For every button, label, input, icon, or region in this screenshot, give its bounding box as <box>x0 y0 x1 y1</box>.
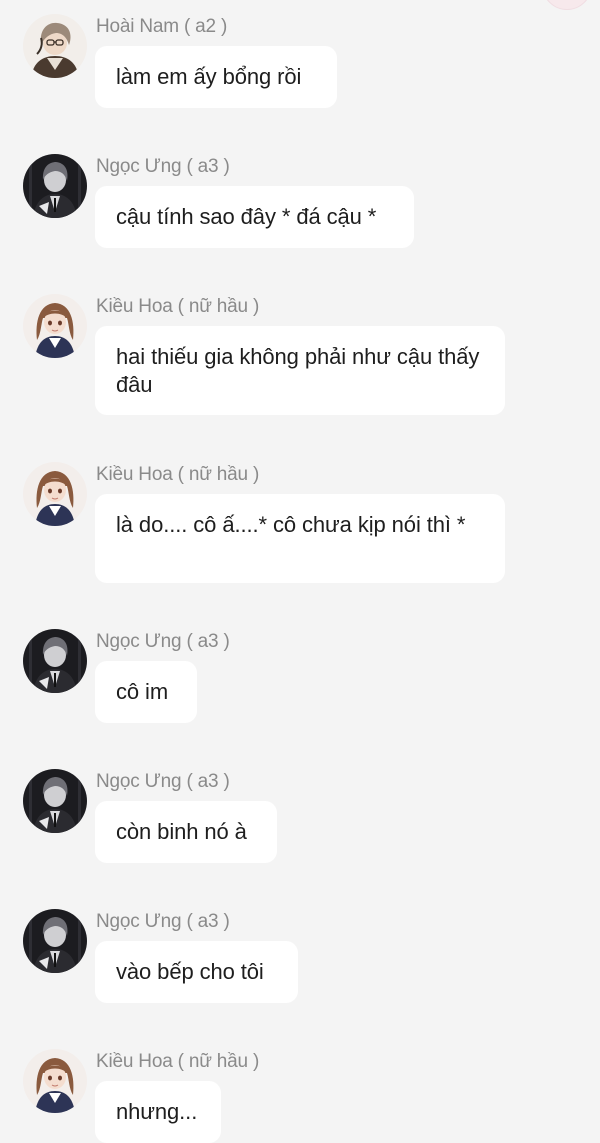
avatar-hoai-nam-icon[interactable] <box>23 14 87 78</box>
message-bubble: cậu tính sao đây * đá cậu * <box>95 186 414 248</box>
sender-name: Kiều Hoa ( nữ hầu ) <box>96 464 260 485</box>
message-bubble: nhưng... <box>95 1081 221 1143</box>
message-bubble: vào bếp cho tôi <box>95 941 298 1003</box>
message-bubble: là do.... cô ấ....* cô chưa kịp nói thì … <box>95 494 505 583</box>
sender-name: Ngọc Ưng ( a3 ) <box>96 156 230 177</box>
avatar-ngoc-ung-icon[interactable] <box>23 629 87 693</box>
avatar-ngoc-ung-icon[interactable] <box>23 769 87 833</box>
message-bubble: cô im <box>95 661 197 723</box>
sender-name: Ngọc Ưng ( a3 ) <box>96 631 230 652</box>
sender-name: Hoài Nam ( a2 ) <box>96 16 228 37</box>
sender-name: Kiều Hoa ( nữ hầu ) <box>96 296 260 317</box>
avatar-kieu-hoa-icon[interactable] <box>23 294 87 358</box>
avatar-ngoc-ung-icon[interactable] <box>23 154 87 218</box>
corner-decoration <box>542 0 592 10</box>
avatar-ngoc-ung-icon[interactable] <box>23 909 87 973</box>
sender-name: Ngọc Ưng ( a3 ) <box>96 911 230 932</box>
message-bubble: còn binh nó à <box>95 801 277 863</box>
avatar-kieu-hoa-icon[interactable] <box>23 1049 87 1113</box>
message-bubble: làm em ấy bổng rồi <box>95 46 337 108</box>
sender-name: Ngọc Ưng ( a3 ) <box>96 771 230 792</box>
avatar-kieu-hoa-icon[interactable] <box>23 462 87 526</box>
sender-name: Kiều Hoa ( nữ hầu ) <box>96 1051 260 1072</box>
message-bubble: hai thiếu gia không phải như cậu thấy đâ… <box>95 326 505 415</box>
